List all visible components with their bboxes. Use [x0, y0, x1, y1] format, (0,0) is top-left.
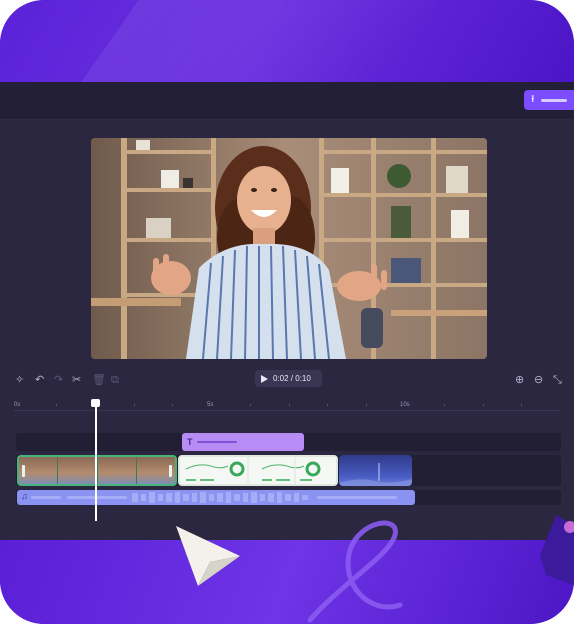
cursor-arrow-decoration	[176, 526, 240, 586]
trim-handle-right[interactable]	[169, 465, 172, 477]
video-clip-chart[interactable]	[178, 455, 338, 486]
zoom-in-icon[interactable]: ⊕	[515, 374, 524, 386]
play-icon[interactable]	[261, 374, 268, 383]
shape-decoration-right	[540, 515, 574, 585]
ruler-label-10s: 10s	[400, 402, 410, 408]
redo-icon[interactable]: ↷	[54, 374, 63, 386]
swirl-decoration	[307, 520, 403, 623]
upload-icon: ⭱	[531, 94, 535, 105]
text-icon: T	[187, 437, 193, 447]
clip-thumbnail	[97, 457, 137, 484]
text-clip-label-placeholder	[196, 441, 237, 443]
video-preview[interactable]	[91, 138, 487, 359]
zoom-out-icon[interactable]: ⊖	[534, 374, 543, 386]
fit-icon[interactable]: ⤡	[553, 374, 562, 386]
scissors-icon[interactable]: ✂	[72, 374, 81, 386]
undo-icon[interactable]: ↶	[35, 374, 44, 386]
ruler-tick	[56, 404, 57, 406]
video-clip-woman[interactable]	[17, 455, 177, 486]
ruler-tick	[172, 404, 173, 406]
ruler-tick	[366, 404, 367, 406]
playhead-handle[interactable]	[91, 399, 100, 407]
clip-thumbnail	[58, 457, 98, 484]
time-display: 0:02 / 0:10	[273, 374, 311, 383]
export-label-placeholder	[540, 98, 567, 102]
ruler-tick	[483, 404, 484, 406]
ruler-tick	[444, 404, 445, 406]
trim-handle-left[interactable]	[22, 465, 25, 477]
chart-clip-thumbnails	[185, 457, 321, 484]
audio-clip[interactable]: ♫	[17, 490, 415, 505]
ruler-tick	[521, 404, 522, 406]
ruler-label-0s: 0s	[14, 402, 21, 408]
ruler-label-5s: 5s	[207, 402, 214, 408]
editor-header: ⭱	[0, 82, 574, 118]
playback-control: 0:02 / 0:10	[255, 370, 322, 387]
background-top	[0, 0, 574, 82]
promo-card: ⭱ ✧ ↶ ↷ ✂ 🗑 ⧉ 0:02 / 0:10 ⊕ ⊖ ⤡ 0s 5s 10…	[0, 0, 574, 624]
blue-clip-thumbnail	[339, 463, 412, 486]
background-bottom	[0, 540, 574, 624]
magic-wand-icon[interactable]: ✧	[15, 374, 24, 386]
audio-waveform	[31, 492, 397, 503]
trash-icon[interactable]: 🗑	[92, 374, 106, 386]
export-button[interactable]: ⭱	[524, 90, 574, 110]
ruler-tick	[134, 404, 135, 406]
preview-frame-illustration	[91, 138, 487, 359]
duplicate-icon[interactable]: ⧉	[111, 374, 119, 386]
video-clip-blue[interactable]	[339, 455, 412, 486]
playhead[interactable]	[95, 406, 97, 521]
ruler-tick	[289, 404, 290, 406]
ruler-tick	[250, 404, 251, 406]
ruler-tick	[327, 404, 328, 406]
text-clip[interactable]: T	[182, 433, 304, 451]
video-editor-window: ⭱ ✧ ↶ ↷ ✂ 🗑 ⧉ 0:02 / 0:10 ⊕ ⊖ ⤡ 0s 5s 10…	[0, 82, 574, 540]
